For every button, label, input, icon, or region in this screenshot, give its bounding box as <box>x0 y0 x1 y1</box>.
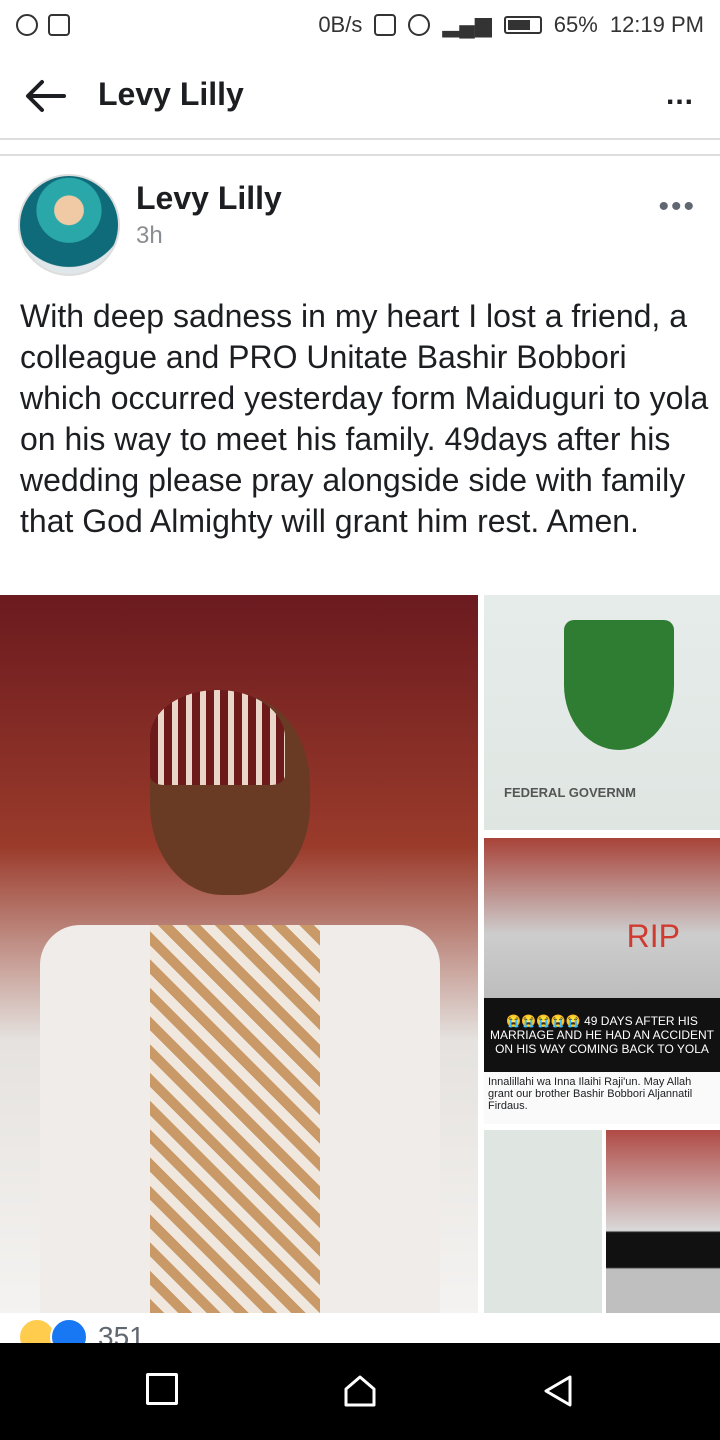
back-arrow-icon[interactable] <box>24 74 68 118</box>
avatar[interactable] <box>18 174 120 276</box>
more-options-button[interactable]: ... <box>666 78 694 112</box>
photo-3[interactable]: RIP <box>484 838 720 998</box>
vibrate-icon <box>374 14 397 36</box>
photo-3-rip: RIP <box>626 918 680 954</box>
post-author[interactable]: Levy Lilly <box>136 180 282 217</box>
alarm-icon <box>408 14 431 36</box>
home-icon[interactable] <box>342 1373 378 1409</box>
main-photo[interactable] <box>0 595 478 1313</box>
embroidery-graphic <box>150 925 320 1313</box>
cap-graphic <box>150 690 285 785</box>
post-time[interactable]: 3h <box>136 222 163 250</box>
battery-level: 65% <box>553 12 598 37</box>
clock: 12:19 PM <box>609 12 704 37</box>
activity-icon <box>48 14 70 36</box>
post-more-button[interactable]: ••• <box>658 190 696 224</box>
shield-logo-icon <box>564 620 674 750</box>
signal-icon: ▂▄▆ <box>442 12 492 37</box>
divider <box>0 154 720 156</box>
photo-2-caption: FEDERAL GOVERNM <box>504 785 636 800</box>
photo-collage: FEDERAL GOVERNM RIP 😭😭😭😭😭 49 DAYS AFTER … <box>0 595 720 1313</box>
recent-apps-icon[interactable] <box>146 1373 178 1405</box>
system-nav-bar <box>0 1343 720 1440</box>
battery-icon <box>503 16 542 34</box>
app-bar: Levy Lilly ... <box>0 50 720 140</box>
back-triangle-icon[interactable] <box>540 1373 576 1409</box>
photo-3-note[interactable]: Innalillahi wa Inna Ilaihi Raji'un. May … <box>484 1072 720 1124</box>
post-text: With deep sadness in my heart I lost a f… <box>20 298 709 539</box>
photo-3-banner[interactable]: 😭😭😭😭😭 49 DAYS AFTER HIS MARRIAGE AND HE … <box>484 998 720 1072</box>
photo-5[interactable] <box>606 1130 720 1313</box>
photo-4[interactable] <box>484 1130 602 1313</box>
net-speed: 0B/s <box>318 12 363 37</box>
status-bar: 0B/s ▂▄▆ 65% 12:19 PM <box>0 0 720 50</box>
page-title: Levy Lilly <box>98 76 244 112</box>
photo-2[interactable]: FEDERAL GOVERNM <box>484 595 720 830</box>
location-icon <box>16 14 38 36</box>
